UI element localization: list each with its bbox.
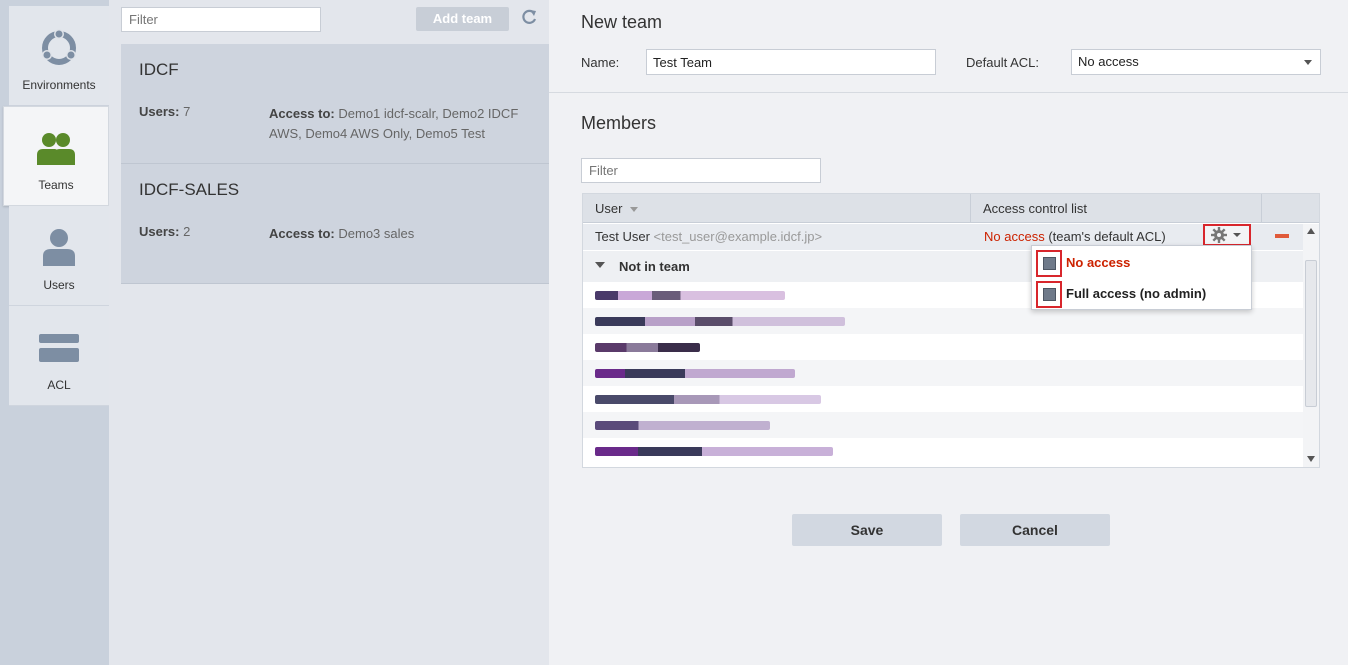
teams-panel: Add team IDCF Users: 7 Access to: Demo1 … [109, 0, 549, 665]
redacted-user [595, 395, 821, 404]
nav-item-environments[interactable]: Environments [9, 6, 109, 106]
team-access: Access to: Demo1 idcf-scalr, Demo2 IDCF … [269, 106, 519, 141]
member-name: Test User [595, 229, 650, 244]
redacted-user [595, 421, 770, 430]
grid-header: User Access control list [583, 194, 1319, 223]
teams-filter-input[interactable] [121, 7, 321, 32]
list-item[interactable] [583, 386, 1303, 412]
redacted-user [595, 343, 700, 352]
scroll-up-icon[interactable] [1307, 228, 1315, 234]
remove-member-button[interactable] [1275, 234, 1289, 238]
list-item[interactable] [583, 360, 1303, 386]
members-filter-input[interactable] [581, 158, 821, 183]
members-scrollbar[interactable] [1303, 224, 1319, 467]
acl-dropdown-menu: No access Full access (no admin) [1031, 245, 1252, 310]
group-label: Not in team [619, 259, 690, 274]
nav-label-users: Users [43, 278, 75, 292]
list-item[interactable] [583, 308, 1303, 334]
team-access: Access to: Demo3 sales [269, 226, 415, 241]
default-acl-label: Default ACL: [966, 55, 1039, 70]
nav-label-teams: Teams [38, 178, 74, 192]
gear-icon [1211, 227, 1241, 243]
member-email: <test_user@example.idcf.jp> [653, 229, 823, 244]
sort-icon [630, 207, 639, 213]
teams-icon [37, 133, 75, 165]
list-item[interactable] [583, 412, 1303, 438]
chevron-down-icon [1304, 60, 1312, 65]
team-name: IDCF [139, 60, 179, 79]
menu-item-label: No access [1066, 255, 1131, 270]
environments-icon [42, 29, 76, 65]
menu-item-label: Full access (no admin) [1066, 286, 1207, 301]
nav-label-environments: Environments [22, 78, 96, 92]
acl-icon [39, 334, 79, 362]
team-form: New team Name: Default ACL: No access Me… [549, 0, 1348, 665]
team-name-input[interactable] [646, 49, 936, 75]
redacted-user [595, 369, 795, 378]
members-title: Members [581, 113, 657, 133]
save-button[interactable]: Save [792, 514, 942, 546]
user-icon [43, 229, 75, 266]
cancel-button[interactable]: Cancel [960, 514, 1110, 546]
team-name: IDCF-SALES [139, 180, 240, 199]
acl-menu-button[interactable] [1203, 224, 1251, 246]
team-users: Users: 7 [139, 104, 191, 119]
default-acl-select[interactable]: No access [1071, 49, 1321, 75]
team-users: Users: 2 [139, 224, 191, 239]
list-item[interactable] [583, 438, 1303, 464]
form-title: New team [581, 12, 663, 32]
nav-label-acl: ACL [47, 378, 71, 392]
refresh-icon[interactable] [519, 7, 539, 27]
menu-item-no-access[interactable]: No access [1032, 248, 1251, 278]
nav-item-acl[interactable]: ACL [9, 306, 109, 406]
checkbox[interactable] [1036, 281, 1062, 308]
default-acl-value: No access [1078, 54, 1139, 69]
team-card-idcf[interactable]: IDCF Users: 7 Access to: Demo1 idcf-scal… [121, 44, 549, 164]
nav-item-users[interactable]: Users [9, 206, 109, 306]
list-item[interactable] [583, 334, 1303, 360]
team-card-idcf-sales[interactable]: IDCF-SALES Users: 2 Access to: Demo3 sal… [121, 164, 549, 284]
team-settings-section: New team Name: Default ACL: No access [549, 0, 1348, 93]
column-header-user[interactable]: User [583, 194, 971, 223]
scroll-thumb[interactable] [1305, 260, 1317, 407]
main-nav: Environments Teams Users ACL [0, 0, 109, 665]
nav-item-teams[interactable]: Teams [3, 106, 109, 206]
name-label: Name: [581, 55, 620, 70]
members-grid: User Access control list Test User <test… [582, 193, 1320, 468]
menu-item-full-access[interactable]: Full access (no admin) [1032, 279, 1251, 309]
redacted-user [595, 447, 833, 456]
redacted-user [595, 317, 845, 326]
team-list: IDCF Users: 7 Access to: Demo1 idcf-scal… [121, 44, 549, 284]
checkbox[interactable] [1036, 250, 1062, 277]
redacted-user [595, 291, 785, 300]
add-team-button[interactable]: Add team [416, 7, 509, 31]
collapse-icon [595, 262, 605, 268]
member-acl-note: (team's default ACL) [1048, 229, 1166, 244]
scroll-down-icon[interactable] [1307, 456, 1315, 462]
column-header-acl[interactable]: Access control list [971, 194, 1262, 223]
member-acl: No access [984, 229, 1045, 244]
